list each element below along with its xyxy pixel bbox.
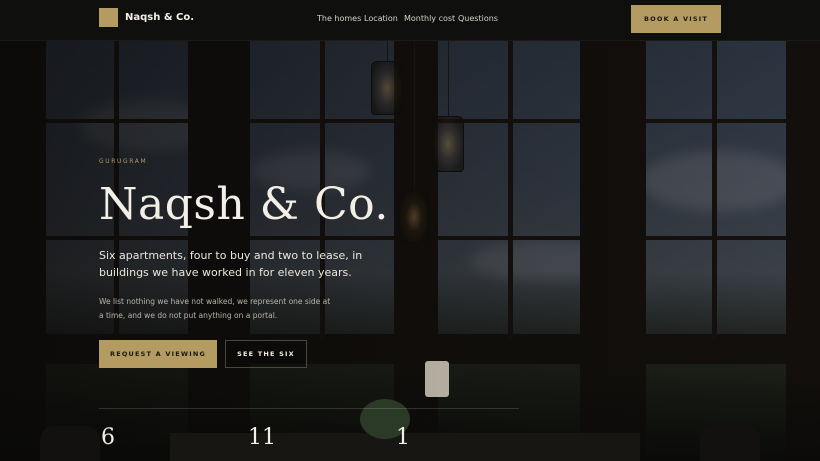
stat-value: 6 bbox=[101, 425, 115, 450]
hero-body: We list nothing we have not walked, we r… bbox=[99, 297, 331, 320]
book-visit-button[interactable]: BOOK A VISIT bbox=[631, 5, 721, 33]
nav-link-questions[interactable]: Questions bbox=[458, 14, 498, 23]
nav-link-the-homes[interactable]: The homes bbox=[317, 14, 361, 23]
site-header: Naqsh & Co. The homes Location Monthly c… bbox=[0, 0, 820, 41]
stats-divider bbox=[99, 408, 519, 409]
vase bbox=[425, 361, 449, 397]
see-the-six-button[interactable]: SEE THE SIX bbox=[225, 340, 307, 368]
hero-title: Naqsh & Co. bbox=[99, 179, 389, 230]
stat-value: 1 bbox=[396, 425, 410, 450]
nav-link-monthly-cost[interactable]: Monthly cost bbox=[404, 14, 455, 23]
chair bbox=[40, 426, 100, 461]
location-eyebrow: GURUGRAM bbox=[99, 158, 148, 165]
chair bbox=[700, 424, 760, 461]
nav-link-location[interactable]: Location bbox=[364, 14, 398, 23]
stat-value: 11 bbox=[248, 425, 276, 450]
hero-lead: Six apartments, four to buy and two to l… bbox=[99, 249, 363, 279]
request-viewing-button[interactable]: REQUEST A VIEWING bbox=[99, 340, 217, 368]
